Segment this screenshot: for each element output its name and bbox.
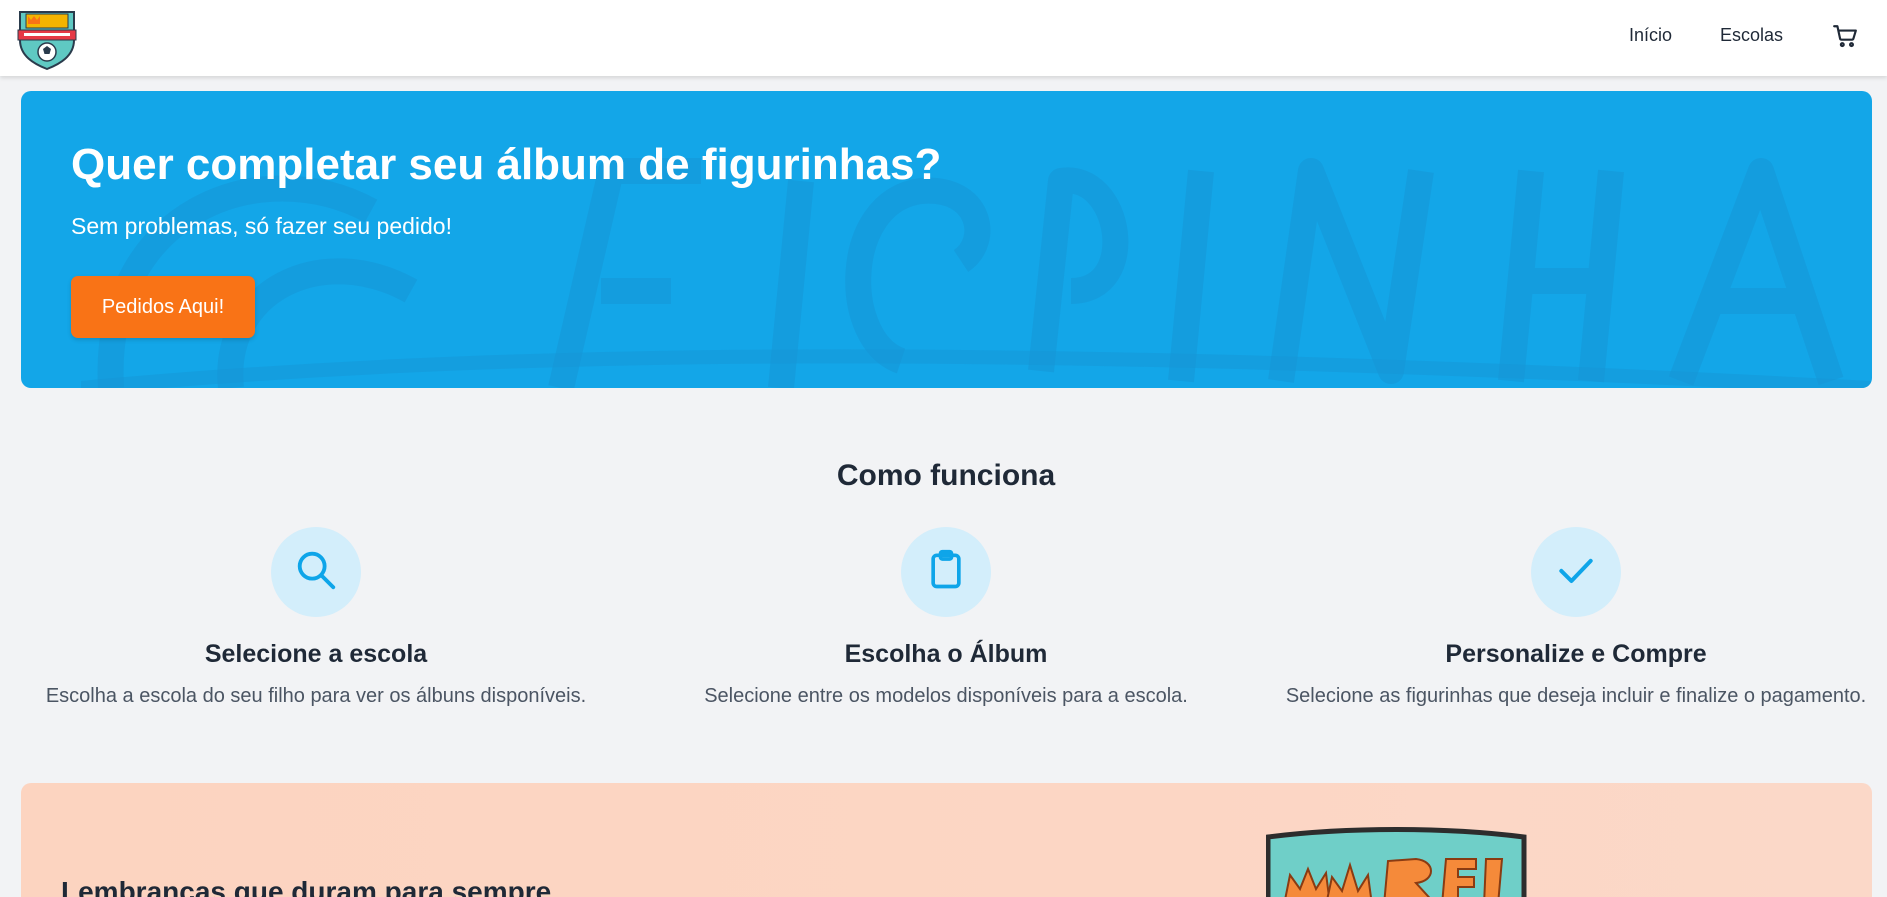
promo-logo-image [1265, 825, 1528, 897]
step-select-school: Selecione a escola Escolha a escola do s… [6, 527, 626, 707]
step-customize-buy: Personalize e Compre Selecione as figuri… [1266, 527, 1886, 707]
search-icon [293, 547, 339, 598]
step-title: Personalize e Compre [1445, 640, 1707, 668]
step-icon-circle [901, 527, 991, 617]
step-description: Selecione entre os modelos disponíveis p… [704, 685, 1188, 707]
step-title: Selecione a escola [204, 640, 428, 668]
hero-subtitle: Sem problemas, só fazer seu pedido! [71, 213, 452, 239]
step-description: Escolha a escola do seu filho para ver o… [45, 685, 587, 707]
cart-icon[interactable] [1832, 23, 1858, 49]
hero-title: Quer completar seu álbum de figurinhas? [71, 140, 942, 189]
nav-link-inicio[interactable]: Início [1629, 25, 1672, 46]
step-description: Selecione as figurinhas que deseja inclu… [1285, 685, 1867, 707]
site-header: Início Escolas [0, 0, 1887, 76]
section-title-how-it-works: Como funciona [836, 459, 1056, 492]
step-choose-album: Escolha o Álbum Selecione entre os model… [636, 527, 1256, 707]
clipboard-icon [924, 548, 968, 597]
nav-link-escolas[interactable]: Escolas [1720, 25, 1783, 46]
promo-section: Lembranças que duram para sempre [21, 783, 1872, 897]
step-icon-circle [1531, 527, 1621, 617]
hero-banner: Quer completar seu álbum de figurinhas? … [21, 91, 1872, 388]
site-logo[interactable] [14, 6, 80, 71]
step-title: Escolha o Álbum [844, 640, 1048, 668]
step-icon-circle [271, 527, 361, 617]
check-icon [1554, 548, 1598, 597]
promo-title: Lembranças que duram para sempre [61, 876, 552, 897]
order-button[interactable]: Pedidos Aqui! [71, 276, 255, 338]
